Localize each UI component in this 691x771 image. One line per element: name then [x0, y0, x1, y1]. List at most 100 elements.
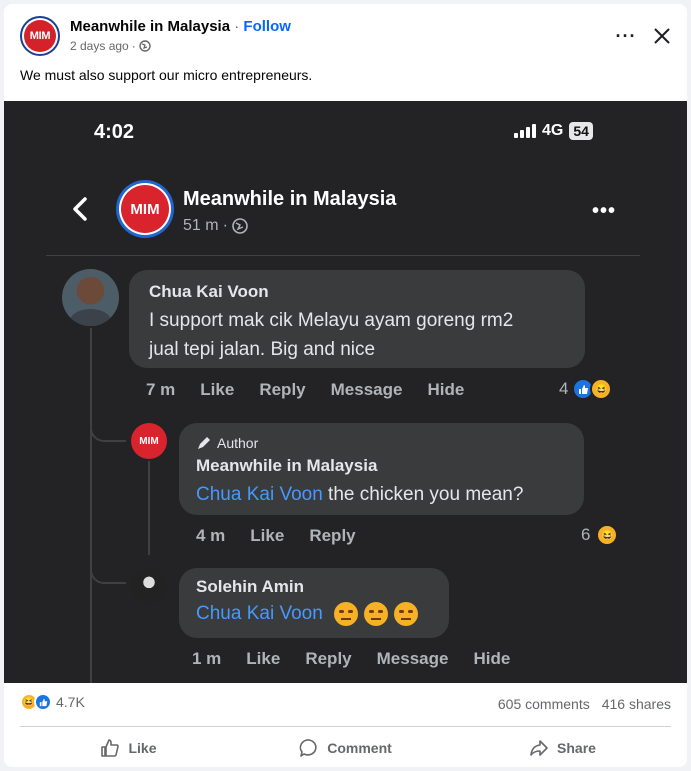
reply-action: Reply — [305, 649, 352, 668]
divider — [46, 255, 640, 256]
comment-actions: 7 m Like Reply Message Hide — [146, 380, 489, 400]
post-caption: We must also support our micro entrepren… — [20, 67, 313, 83]
comment-line: I support mak cik Melayu ayam goreng rm2 — [149, 310, 514, 331]
mention: Chua Kai Voon — [196, 603, 323, 624]
like-button[interactable]: Like — [20, 731, 237, 765]
share-icon — [530, 740, 548, 756]
avatar — [62, 269, 119, 326]
phone-post-age: 51 m — [183, 217, 219, 234]
pen-icon — [198, 437, 210, 449]
globe-icon — [139, 40, 151, 52]
comment-author: Meanwhile in Malaysia — [196, 456, 378, 475]
comment-bubble: Solehin Amin Chua Kai Voon — [179, 568, 449, 638]
comment-label: Comment — [327, 740, 392, 756]
comment-button[interactable]: Comment — [237, 731, 454, 765]
status-bar-right: 4G 54 — [514, 122, 593, 140]
comment-text: Chua Kai Voon the chicken you mean? — [196, 480, 523, 509]
hide-action: Hide — [427, 380, 465, 399]
comment-line: jual tepi jalan. Big and nice — [149, 339, 376, 360]
thread-line — [90, 328, 92, 683]
comment-body: the chicken you mean? — [322, 484, 524, 505]
comment-reactions: 4 😆 — [559, 378, 613, 400]
phone-more-icon: ••• — [592, 200, 617, 222]
phone-meta-separator: · — [222, 217, 228, 234]
share-count[interactable]: 416 shares — [602, 696, 671, 712]
raised-eyebrow-emoji-icon — [334, 601, 359, 626]
comment-text: Chua Kai Voon — [196, 599, 419, 628]
comment-actions: 1 m Like Reply Message Hide — [192, 649, 535, 669]
like-action: Like — [246, 649, 281, 668]
page-name[interactable]: Meanwhile in Malaysia — [70, 18, 230, 35]
comment-icon — [299, 739, 317, 757]
phone-screenshot: 4:02 4G 54 MIM Meanwhile in Malaysia 51 … — [4, 96, 687, 683]
globe-icon — [232, 218, 248, 234]
message-action: Message — [376, 649, 449, 668]
hide-action: Hide — [473, 649, 511, 668]
page-avatar-reply: MIM — [131, 423, 167, 459]
comment-author: Chua Kai Voon — [149, 282, 269, 301]
comment-author: Solehin Amin — [196, 577, 304, 596]
comment-time: 7 m — [146, 380, 176, 399]
raised-eyebrow-emoji-icon — [364, 601, 389, 626]
comment-actions: 4 m Like Reply — [196, 526, 381, 546]
haha-reaction-icon: 😆 — [590, 378, 613, 400]
share-label: Share — [557, 740, 596, 756]
post-header: MIM Meanwhile in Malaysia · Follow 2 day… — [20, 16, 680, 56]
reaction-total: 4.7K — [56, 694, 85, 710]
comment-time: 4 m — [196, 526, 226, 545]
reaction-icons: 😆 — [20, 693, 52, 711]
thread-connector — [90, 416, 126, 442]
comment-time: 1 m — [192, 649, 222, 668]
post-meta: 2 days ago · — [70, 39, 151, 53]
share-button[interactable]: Share — [454, 731, 671, 765]
comment-count[interactable]: 605 comments — [498, 696, 590, 712]
signal-icon — [514, 124, 536, 138]
like-action: Like — [200, 380, 235, 399]
post-stats: 😆 4.7K 605 comments 416 shares — [20, 693, 671, 717]
follow-button[interactable]: Follow — [243, 18, 291, 35]
mention: Chua Kai Voon — [196, 484, 323, 505]
thumbs-up-icon — [101, 739, 120, 757]
image-top-border — [4, 96, 687, 101]
raised-eyebrow-emoji-icon — [394, 601, 419, 626]
reaction-summary[interactable]: 😆 4.7K — [20, 693, 85, 711]
post-card: MIM Meanwhile in Malaysia · Follow 2 day… — [4, 4, 687, 767]
battery-icon: 54 — [569, 122, 593, 140]
dot-separator: · — [234, 18, 240, 35]
post-actions: Like Comment Share — [20, 731, 671, 765]
avatar — [131, 568, 167, 604]
phone-post-meta: 51 m · — [183, 217, 248, 235]
message-action: Message — [330, 380, 403, 399]
phone-page-name: Meanwhile in Malaysia — [183, 188, 397, 210]
thread-connector — [90, 558, 126, 584]
like-action: Like — [250, 526, 285, 545]
comment-text: I support mak cik Melayu ayam goreng rm2… — [149, 306, 513, 364]
author-badge-label: Author — [217, 435, 259, 451]
back-arrow-icon — [73, 197, 87, 221]
close-icon[interactable] — [648, 22, 676, 50]
reply-thread-line — [148, 461, 150, 555]
post-time[interactable]: 2 days ago — [70, 39, 129, 53]
page-title-line: Meanwhile in Malaysia · Follow — [70, 18, 291, 35]
reply-action: Reply — [309, 526, 356, 545]
status-time: 4:02 — [94, 121, 135, 143]
network-label: 4G — [542, 122, 564, 139]
reaction-count: 4 — [559, 379, 569, 398]
author-badge: Author — [196, 435, 258, 451]
post-image[interactable]: 4:02 4G 54 MIM Meanwhile in Malaysia 51 … — [4, 96, 687, 683]
comment-reactions: 6 😆 — [581, 524, 619, 546]
reaction-count: 6 — [581, 525, 591, 544]
more-options-icon[interactable]: ··· — [614, 24, 638, 48]
page-logo-phone: MIM — [121, 185, 169, 233]
engagement-counts: 605 comments 416 shares — [498, 696, 671, 712]
divider — [20, 726, 671, 727]
page-logo: MIM — [24, 20, 56, 52]
reply-action: Reply — [259, 380, 306, 399]
page-avatar[interactable]: MIM — [20, 16, 60, 56]
comment-bubble: Chua Kai Voon I support mak cik Melayu a… — [129, 270, 585, 368]
haha-reaction-icon: 😆 — [596, 524, 619, 546]
like-reaction-icon — [34, 693, 52, 711]
page-avatar-phone: MIM — [116, 180, 174, 238]
meta-separator: · — [131, 39, 136, 53]
like-label: Like — [128, 740, 157, 756]
